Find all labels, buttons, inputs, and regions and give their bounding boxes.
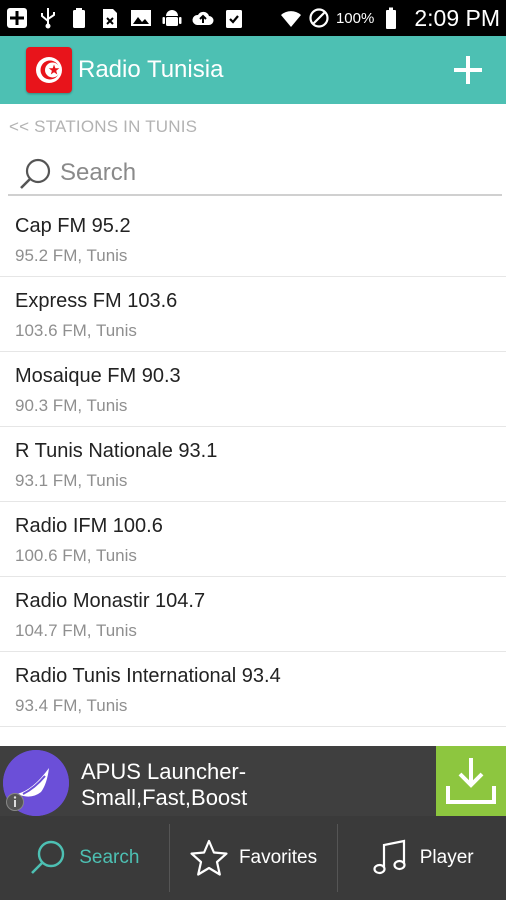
battery-icon: [386, 7, 397, 29]
add-icon: [7, 8, 27, 28]
nav-favorites-label: Favorites: [238, 847, 318, 868]
app-title: Radio Tunisia: [78, 56, 224, 83]
nav-player-label: Player: [419, 847, 474, 868]
list-item[interactable]: R Tunis Nationale 93.1 93.1 FM, Tunis: [0, 427, 506, 502]
nav-player-tab[interactable]: Player: [337, 816, 506, 900]
station-detail: 103.6 FM, Tunis: [15, 321, 137, 340]
ad-text: APUS Launcher- Small,Fast,Boost: [81, 759, 421, 811]
sim-icon: [103, 9, 117, 28]
ad-banner[interactable]: APUS Launcher- Small,Fast,Boost: [0, 746, 506, 816]
clock: 2:09 PM: [414, 4, 500, 31]
wifi-icon: [280, 11, 301, 27]
list-item[interactable]: Mosaique FM 90.3 90.3 FM, Tunis: [0, 352, 506, 427]
ad-info-icon[interactable]: [5, 792, 25, 812]
ad-title-line1: APUS Launcher-: [81, 759, 247, 784]
search-icon: [20, 158, 51, 189]
bottom-navigation: Search Favorites Player: [0, 816, 506, 900]
station-name: Radio IFM 100.6: [15, 515, 163, 537]
status-right: 100% 2:09 PM: [280, 5, 500, 32]
do-not-disturb-icon: [309, 8, 329, 28]
station-detail: 100.6 FM, Tunis: [15, 546, 137, 565]
search-bar: [8, 150, 502, 196]
station-name: Mosaique FM 90.3: [15, 365, 181, 387]
notification-icons: [6, 7, 245, 29]
list-item[interactable]: Cap FM 95.2 95.2 FM, Tunis: [0, 202, 506, 277]
station-name: Cap FM 95.2: [15, 215, 131, 237]
download-icon: [446, 758, 496, 804]
cloud-upload-icon: [192, 11, 214, 25]
battery-percent: 100%: [335, 9, 375, 27]
station-name: Radio Monastir 104.7: [15, 590, 206, 612]
search-input[interactable]: [60, 156, 480, 190]
battery-100-icon: [73, 8, 85, 28]
station-name: R Tunis Nationale 93.1: [15, 440, 218, 462]
station-name: Radio Tunis International 93.4: [15, 665, 281, 687]
list-item[interactable]: Radio IFM 100.6 100.6 FM, Tunis: [0, 502, 506, 577]
clipboard-check-icon: [226, 10, 242, 28]
status-bar: 100% 2:09 PM: [0, 0, 506, 36]
android-icon: [162, 10, 182, 26]
ad-download-button[interactable]: [436, 746, 506, 816]
list-item[interactable]: Radio Monastir 104.7 104.7 FM, Tunis: [0, 577, 506, 652]
station-detail: 93.4 FM, Tunis: [15, 696, 128, 715]
nav-search-label: Search: [79, 847, 140, 868]
station-detail: 93.1 FM, Tunis: [15, 471, 128, 490]
app-bar: Radio Tunisia: [0, 36, 506, 104]
search-icon: [31, 840, 65, 874]
station-detail: 95.2 FM, Tunis: [15, 246, 128, 265]
usb-icon: [41, 8, 55, 29]
star-icon: [190, 839, 228, 876]
list-item[interactable]: Radio Tunis International 93.4 93.4 FM, …: [0, 652, 506, 727]
station-list: Cap FM 95.2 95.2 FM, Tunis Express FM 10…: [0, 202, 506, 727]
nav-search-tab[interactable]: Search: [0, 816, 169, 900]
image-icon: [131, 10, 151, 26]
station-name: Express FM 103.6: [15, 290, 178, 312]
tunisia-flag-icon: [26, 47, 72, 93]
station-detail: 90.3 FM, Tunis: [15, 396, 128, 415]
music-note-icon: [373, 839, 406, 875]
ad-title-line2: Small,Fast,Boost: [81, 785, 248, 810]
add-button[interactable]: [452, 54, 484, 86]
station-detail: 104.7 FM, Tunis: [15, 621, 137, 640]
breadcrumb-back-link[interactable]: << STATIONS IN TUNIS: [9, 117, 197, 137]
list-item[interactable]: Express FM 103.6 103.6 FM, Tunis: [0, 277, 506, 352]
nav-favorites-tab[interactable]: Favorites: [168, 816, 338, 900]
